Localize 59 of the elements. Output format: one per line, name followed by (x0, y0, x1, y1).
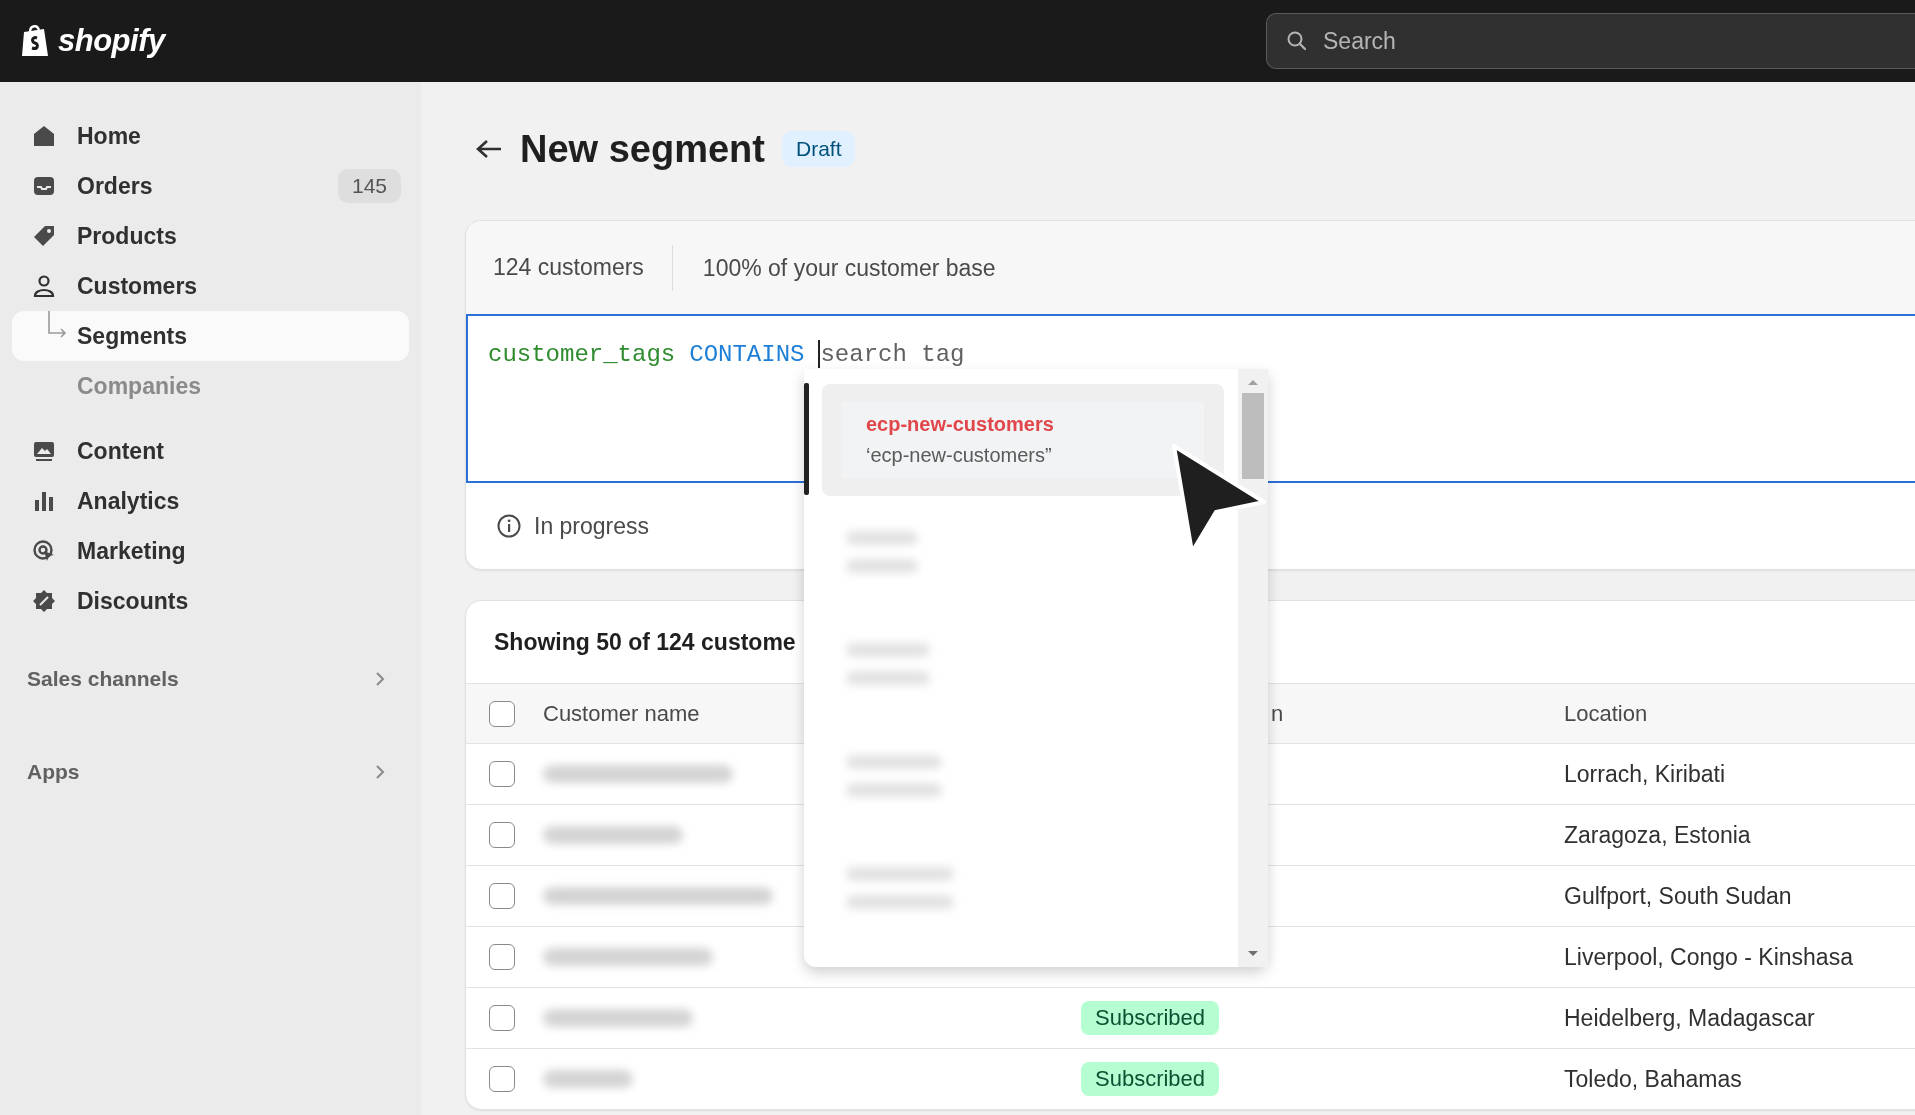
checkbox[interactable] (489, 883, 515, 909)
page-title: New segment (520, 127, 765, 171)
checkbox[interactable] (489, 1005, 515, 1031)
target-icon (32, 539, 56, 563)
logo-text[interactable]: shopify (58, 23, 165, 59)
checkbox[interactable] (489, 822, 515, 848)
count-badge: 145 (337, 169, 401, 203)
table-cell: Lorrach, Kiribati (1564, 760, 1726, 788)
chevron-right-icon (375, 671, 385, 687)
nav-item[interactable]: Marketing (12, 526, 409, 576)
bar-chart-icon (32, 489, 56, 513)
nav-item[interactable]: Products (12, 211, 409, 261)
scrollbar[interactable] (1238, 369, 1268, 967)
column-header: n (1271, 700, 1284, 727)
stat-text: 100% of your customer base (671, 244, 1024, 291)
query-token: CONTAINS (689, 340, 805, 368)
percent-badge-icon (32, 589, 56, 613)
back-arrow-icon[interactable] (475, 138, 503, 160)
table-cell: Liverpool, Congo - Kinshasa (1564, 943, 1853, 971)
person-icon (32, 274, 56, 298)
column-header: Customer name (543, 700, 701, 727)
scroll-up-arrow-icon[interactable] (1246, 377, 1260, 387)
nav-item[interactable]: Home (12, 111, 409, 161)
nav-item[interactable]: Orders 145 (12, 161, 409, 211)
checkbox[interactable] (489, 761, 515, 787)
nav-item[interactable]: Analytics (12, 476, 409, 526)
search-field[interactable]: Search (1266, 13, 1915, 69)
checkbox[interactable] (489, 1066, 515, 1092)
nav-subitem[interactable]: Segments (12, 311, 409, 361)
status-text: In progress (534, 512, 650, 540)
checkbox[interactable] (489, 700, 515, 727)
checkbox[interactable] (489, 944, 515, 970)
info-icon (496, 513, 522, 539)
column-header: Location (1564, 700, 1648, 727)
image-icon (32, 439, 56, 463)
scrollbar-thumb[interactable] (1242, 393, 1264, 479)
nav-item[interactable]: Customers (12, 261, 409, 311)
query-placeholder: search tag (820, 340, 965, 368)
nav-section[interactable]: Sales channels (12, 654, 409, 704)
nav-item[interactable]: Content (12, 426, 409, 476)
chevron-right-icon (375, 764, 385, 780)
query-token: customer_tags (488, 340, 676, 368)
search-icon (1286, 30, 1308, 52)
nav-item[interactable]: Discounts (12, 576, 409, 626)
table-cell: Gulfport, South Sudan (1564, 882, 1792, 910)
home-icon (32, 124, 56, 148)
subscription-badge: Subscribed (1081, 1062, 1220, 1096)
stat-text: 124 customers (493, 254, 645, 281)
table-cell: Heidelberg, Madagascar (1564, 1004, 1815, 1032)
suggestion-item[interactable]: ecp-new-customers ‘ecp-new-customers” (822, 384, 1224, 496)
tag-icon (32, 224, 56, 248)
subscription-badge: Subscribed (1081, 1001, 1220, 1035)
table-cell: Zaragoza, Estonia (1564, 821, 1751, 849)
inbox-icon (32, 174, 56, 198)
status-badge: Draft (781, 131, 856, 167)
table-cell: Toledo, Bahamas (1564, 1065, 1742, 1093)
nav-section[interactable]: Apps (12, 747, 409, 797)
table-heading: Showing 50 of 124 custome (494, 628, 796, 656)
scroll-down-arrow-icon[interactable] (1246, 949, 1260, 959)
